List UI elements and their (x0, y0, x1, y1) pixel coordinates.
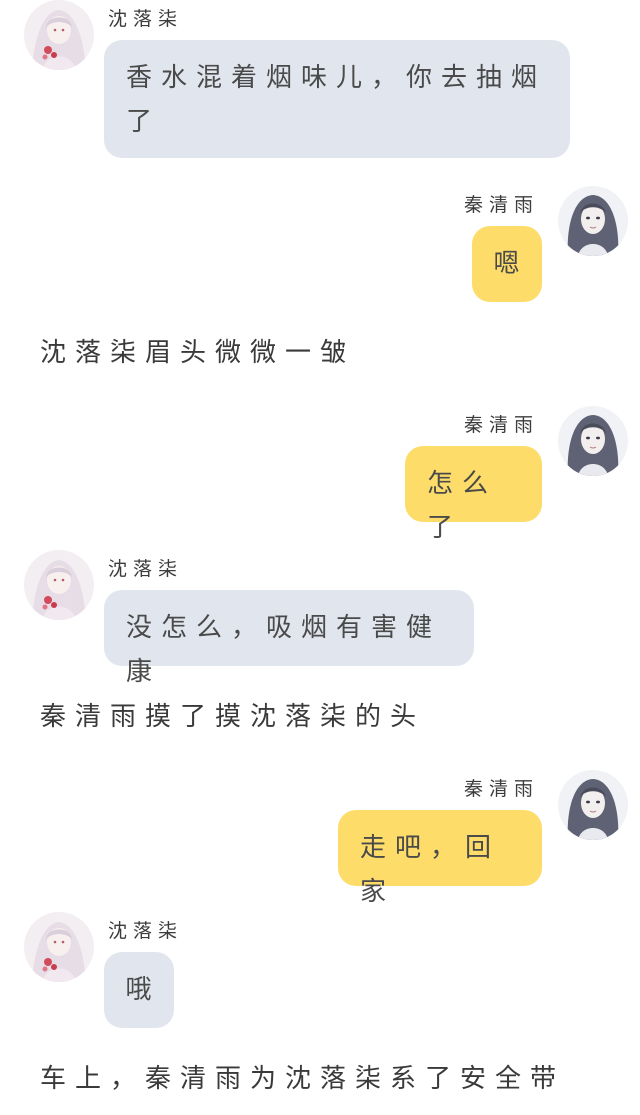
sender-name: 沈落柒 (108, 558, 184, 580)
avatar[interactable] (558, 186, 628, 256)
girl-avatar-dark-hair-icon (558, 186, 628, 256)
narration-text: 沈落柒眉头微微一皱 (40, 338, 356, 368)
sender-name: 秦清雨 (464, 414, 540, 436)
message-bubble[interactable]: 嗯 (472, 226, 542, 302)
avatar[interactable] (24, 912, 94, 982)
sender-name: 秦清雨 (464, 194, 540, 216)
message-bubble[interactable]: 没怎么，吸烟有害健康 (104, 590, 474, 687)
avatar[interactable] (558, 770, 628, 840)
message-bubble[interactable]: 香水混着烟味儿，你去抽烟了 (104, 40, 570, 158)
message-bubble[interactable]: 哦 (104, 952, 174, 1028)
sender-name: 秦清雨 (464, 778, 540, 800)
girl-avatar-dark-hair-icon (558, 770, 628, 840)
avatar[interactable] (24, 0, 94, 70)
sender-name: 沈落柒 (108, 8, 184, 30)
girl-avatar-white-hair-icon (24, 0, 94, 70)
message-bubble[interactable]: 走吧，回家 (338, 810, 542, 907)
girl-avatar-white-hair-icon (24, 550, 94, 620)
avatar[interactable] (558, 406, 628, 476)
message-bubble[interactable]: 怎么了 (405, 446, 542, 543)
narration-text: 车上，秦清雨为沈落柒系了安全带 (40, 1064, 566, 1094)
narration-text: 秦清雨摸了摸沈落柒的头 (40, 702, 426, 732)
girl-avatar-white-hair-icon (24, 912, 94, 982)
avatar[interactable] (24, 550, 94, 620)
sender-name: 沈落柒 (108, 920, 184, 942)
girl-avatar-dark-hair-icon (558, 406, 628, 476)
